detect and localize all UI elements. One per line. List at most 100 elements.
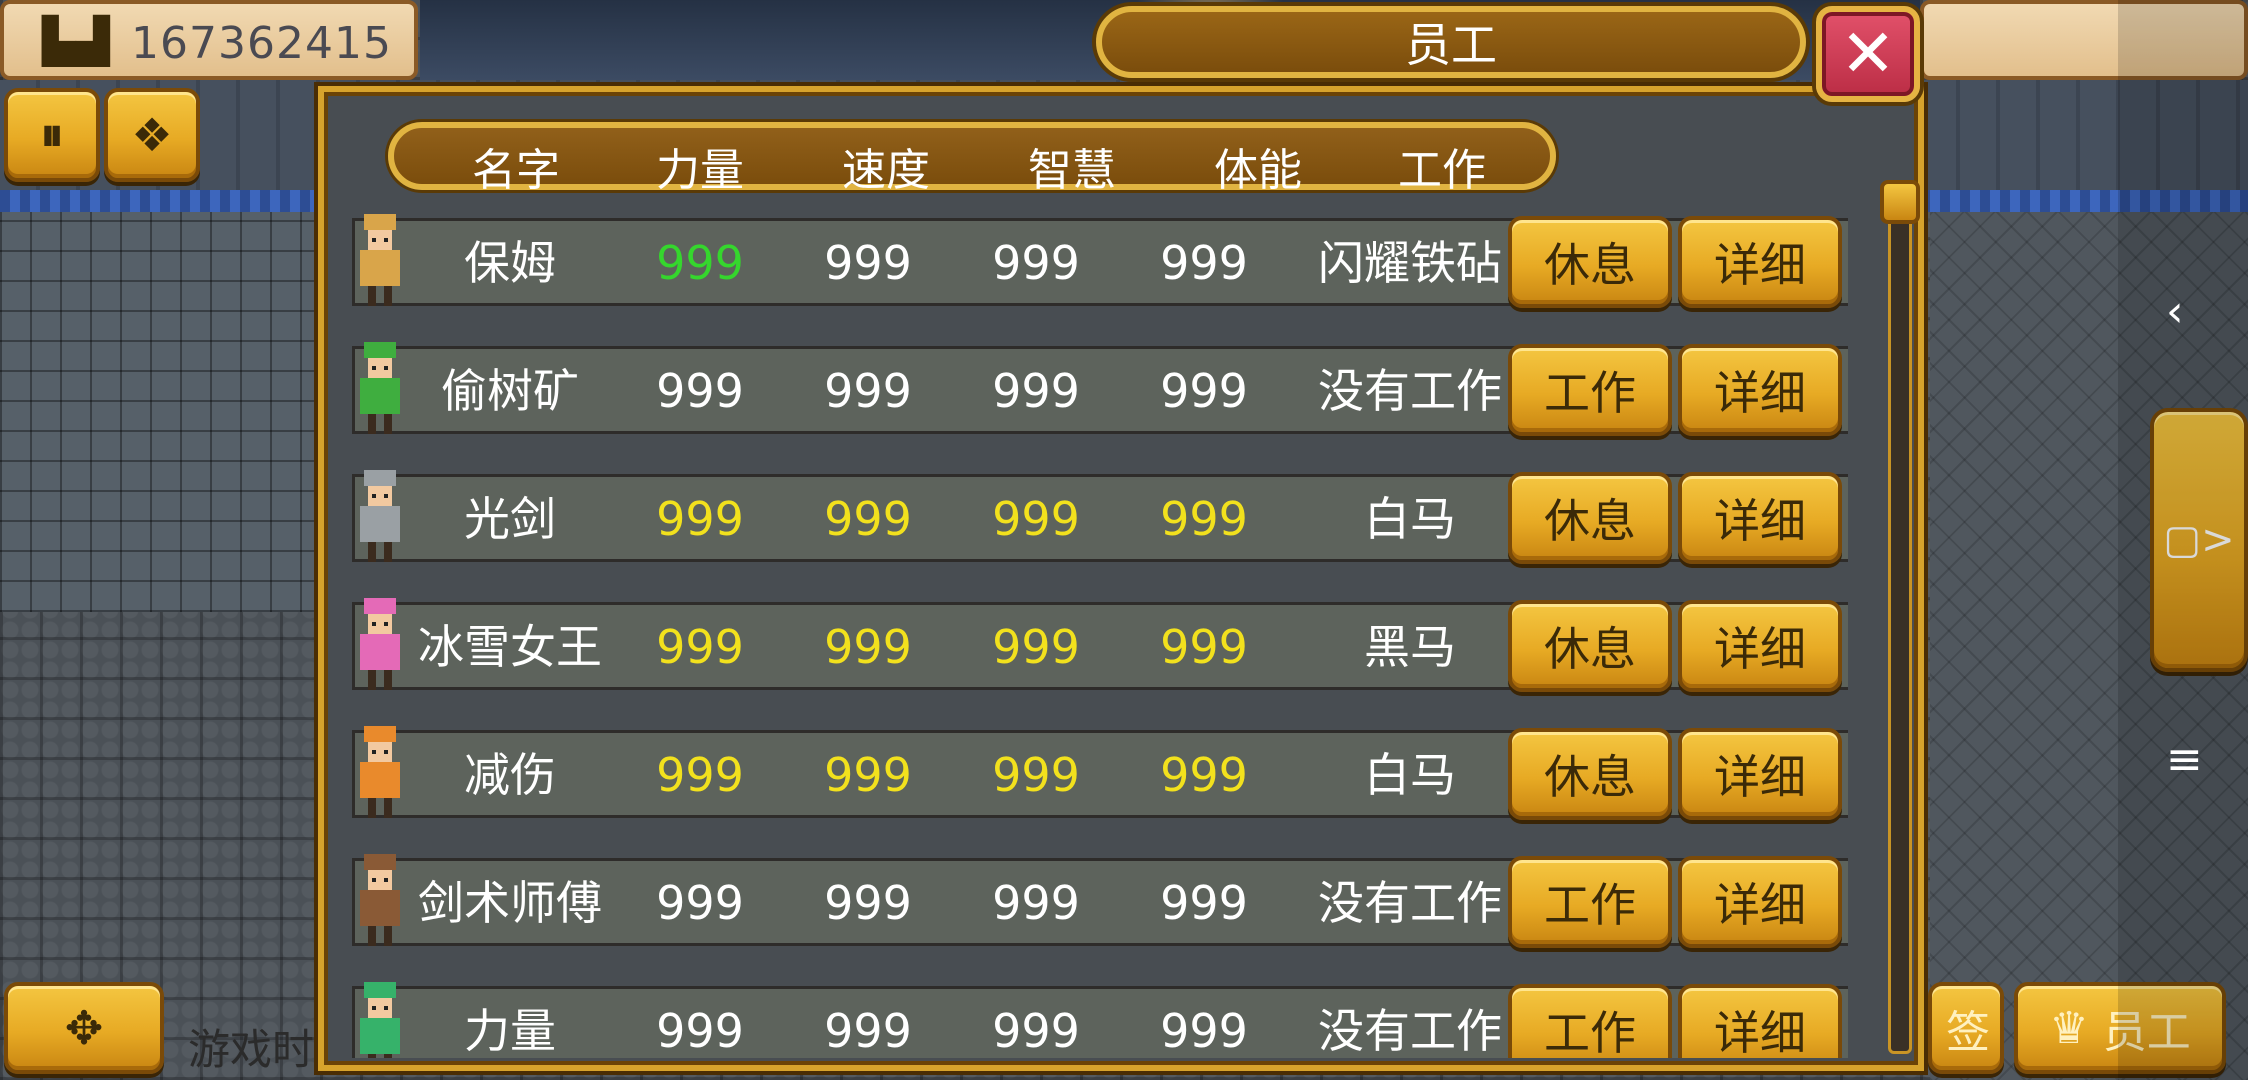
gems-icon: ❖ xyxy=(131,108,173,162)
action-button[interactable]: 工作 xyxy=(1508,856,1672,948)
detail-button[interactable]: 详细 xyxy=(1678,472,1842,564)
col-name: 名字 xyxy=(472,145,560,196)
col-stamina: 体能 xyxy=(1214,145,1302,196)
system-nav-overlay xyxy=(2118,0,2248,1080)
staff-name: 光剑 xyxy=(464,492,556,546)
job-value: 没有工作 xyxy=(1318,364,1502,418)
close-button[interactable]: ✕ xyxy=(1816,6,1920,102)
wisdom-value: 999 xyxy=(992,364,1080,418)
wisdom-value: 999 xyxy=(992,236,1080,290)
golden-knight-avatar xyxy=(360,214,400,306)
col-speed: 速度 xyxy=(842,145,930,196)
stamina-value: 999 xyxy=(1160,876,1248,930)
sign-button-label: 签 xyxy=(1946,1007,1990,1058)
job-value: 白马 xyxy=(1364,748,1456,802)
stamina-value: 999 xyxy=(1160,1004,1248,1058)
detail-button[interactable]: 详细 xyxy=(1678,728,1842,820)
staff-row: 偷树矿 999 999 999 999 没有工作 工作 详细 xyxy=(348,340,1848,440)
speed-value: 999 xyxy=(824,236,912,290)
staff-name: 偷树矿 xyxy=(441,364,579,418)
staff-name: 冰雪女王 xyxy=(418,620,602,674)
dpad-icon: ✥ xyxy=(64,1001,104,1055)
strength-value: 999 xyxy=(656,876,744,930)
scrollbar-thumb[interactable] xyxy=(1880,180,1920,224)
action-button[interactable]: 休息 xyxy=(1508,600,1672,692)
stamina-value: 999 xyxy=(1160,748,1248,802)
job-value: 闪耀铁砧 xyxy=(1318,236,1502,290)
staff-row: 剑术师傅 999 999 999 999 没有工作 工作 详细 xyxy=(348,852,1848,952)
sign-button[interactable]: 签 xyxy=(1928,982,2004,1074)
green-goblin-avatar xyxy=(360,342,400,434)
job-value: 没有工作 xyxy=(1318,1004,1502,1058)
strength-value: 999 xyxy=(656,236,744,290)
strength-value: 999 xyxy=(656,364,744,418)
panel-title: 员工 xyxy=(1096,6,1806,78)
game-time-label: 游戏时 xyxy=(188,1025,315,1074)
back-icon[interactable]: ‹ xyxy=(2166,286,2184,337)
menu-icon[interactable]: ≡ xyxy=(2166,734,2203,785)
gray-monk-avatar xyxy=(360,470,400,562)
strength-value: 999 xyxy=(656,1004,744,1058)
action-button[interactable]: 休息 xyxy=(1508,216,1672,308)
tiled-floor xyxy=(0,212,320,612)
speed-value: 999 xyxy=(824,748,912,802)
pause-icon: ⏸ xyxy=(40,107,64,161)
stamina-value: 999 xyxy=(1160,492,1248,546)
col-job: 工作 xyxy=(1398,145,1486,196)
staff-name: 保姆 xyxy=(464,236,556,290)
gold-bars-icon: ▙▟ xyxy=(42,16,110,67)
staff-row: 减伤 999 999 999 999 白马 休息 详细 xyxy=(348,724,1848,824)
crown-icon: ♛ xyxy=(2049,1002,2089,1054)
detail-button[interactable]: 详细 xyxy=(1678,856,1842,948)
strength-value: 999 xyxy=(656,620,744,674)
gems-button[interactable]: ❖ xyxy=(104,88,200,182)
speed-value: 999 xyxy=(824,620,912,674)
action-button[interactable]: 工作 xyxy=(1508,984,1672,1058)
money-value: 167362415 xyxy=(131,18,392,69)
staff-name: 减伤 xyxy=(464,748,556,802)
detail-button[interactable]: 详细 xyxy=(1678,216,1842,308)
staff-row: 力量 999 999 999 999 没有工作 工作 详细 xyxy=(348,980,1848,1058)
col-strength: 力量 xyxy=(656,145,744,196)
wisdom-value: 999 xyxy=(992,876,1080,930)
speed-value: 999 xyxy=(824,492,912,546)
action-button[interactable]: 工作 xyxy=(1508,344,1672,436)
staff-row: 保姆 999 999 999 999 闪耀铁砧 休息 详细 xyxy=(348,212,1848,312)
close-icon: ✕ xyxy=(1840,15,1896,92)
detail-button[interactable]: 详细 xyxy=(1678,600,1842,692)
scrollbar-track[interactable] xyxy=(1888,184,1912,1054)
staff-row: 光剑 999 999 999 999 白马 休息 详细 xyxy=(348,468,1848,568)
stamina-value: 999 xyxy=(1160,364,1248,418)
wisdom-value: 999 xyxy=(992,748,1080,802)
stamina-value: 999 xyxy=(1160,236,1248,290)
pause-button[interactable]: ⏸ xyxy=(4,88,100,182)
speed-value: 999 xyxy=(824,876,912,930)
job-value: 白马 xyxy=(1364,492,1456,546)
col-wisdom: 智慧 xyxy=(1028,145,1116,196)
orange-hair-mage-avatar xyxy=(360,726,400,818)
staff-row: 冰雪女王 999 999 999 999 黑马 休息 详细 xyxy=(348,596,1848,696)
wisdom-value: 999 xyxy=(992,1004,1080,1058)
strength-value: 999 xyxy=(656,492,744,546)
dpad-button[interactable]: ✥ xyxy=(4,982,164,1074)
strength-value: 999 xyxy=(656,748,744,802)
detail-button[interactable]: 详细 xyxy=(1678,984,1842,1058)
action-button[interactable]: 休息 xyxy=(1508,472,1672,564)
pink-hair-girl-avatar xyxy=(360,598,400,690)
wisdom-value: 999 xyxy=(992,620,1080,674)
job-value: 没有工作 xyxy=(1318,876,1502,930)
wisdom-value: 999 xyxy=(992,492,1080,546)
speed-value: 999 xyxy=(824,364,912,418)
stamina-value: 999 xyxy=(1160,620,1248,674)
speed-value: 999 xyxy=(824,1004,912,1058)
staff-list[interactable]: 保姆 999 999 999 999 闪耀铁砧 休息 详细 偷树矿 999 99… xyxy=(348,212,1848,1058)
detail-button[interactable]: 详细 xyxy=(1678,344,1842,436)
brown-hair-swordsman-avatar xyxy=(360,854,400,946)
money-bar: ▙▟ 167362415 xyxy=(0,0,418,80)
column-header: 名字 力量 速度 智慧 体能 工作 xyxy=(388,122,1556,196)
green-hair-girl-avatar xyxy=(360,982,400,1058)
staff-name: 剑术师傅 xyxy=(418,876,602,930)
action-button[interactable]: 休息 xyxy=(1508,728,1672,820)
job-value: 黑马 xyxy=(1364,620,1456,674)
staff-name: 力量 xyxy=(464,1004,556,1058)
